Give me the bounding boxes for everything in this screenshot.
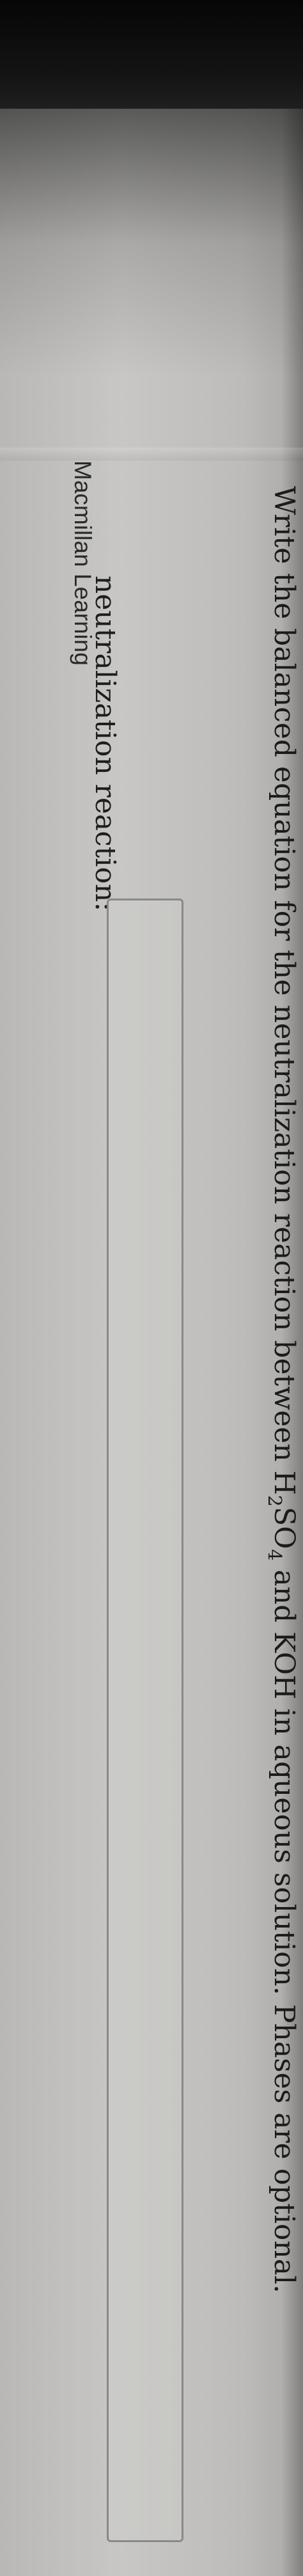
subscript-4: 4 [264,1549,286,1561]
neutralization-reaction-input[interactable] [107,899,183,2542]
subscript-2: 2 [264,1495,286,1507]
question-text-mid: SO [268,1507,300,1550]
header-divider [0,448,303,460]
question-text-prefix: Write the balanced equation for the neut… [268,486,300,1495]
answer-label: neutralization reaction: [89,576,121,912]
question-text-suffix: and KOH in aqueous solution. Phases are … [268,1560,300,2294]
question-prompt: Write the balanced equation for the neut… [264,486,300,2293]
